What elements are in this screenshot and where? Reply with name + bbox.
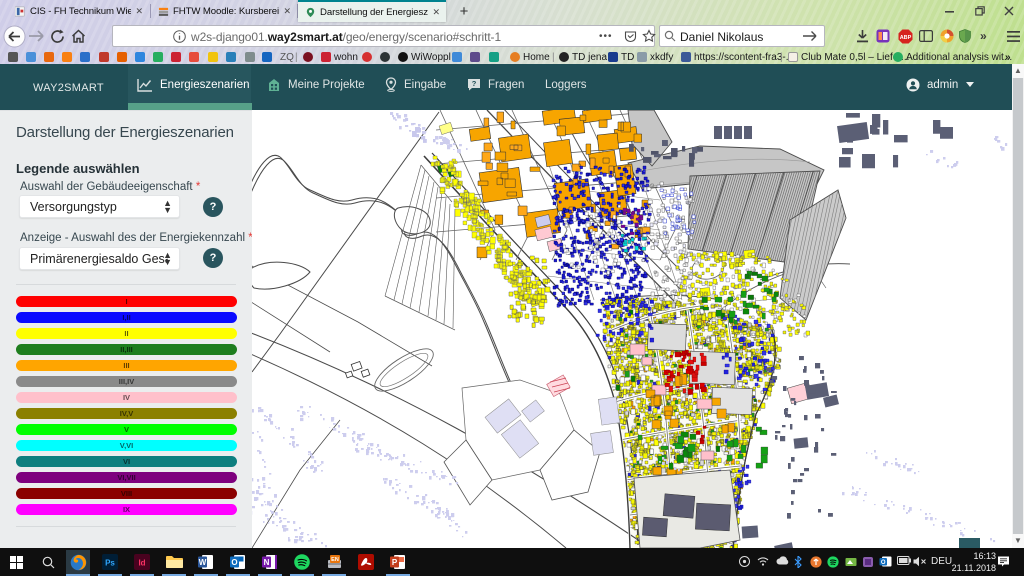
svg-text:EN: EN: [331, 557, 339, 563]
svg-text:P: P: [392, 558, 398, 567]
svg-text:O: O: [881, 560, 886, 566]
svg-text:Id: Id: [138, 559, 145, 568]
svg-text:N: N: [264, 558, 270, 567]
svg-text:?: ?: [472, 79, 477, 88]
svg-text:Ps: Ps: [105, 559, 115, 568]
svg-text:ABP: ABP: [899, 34, 911, 40]
svg-text:W: W: [199, 558, 207, 567]
svg-text:O: O: [231, 558, 237, 567]
